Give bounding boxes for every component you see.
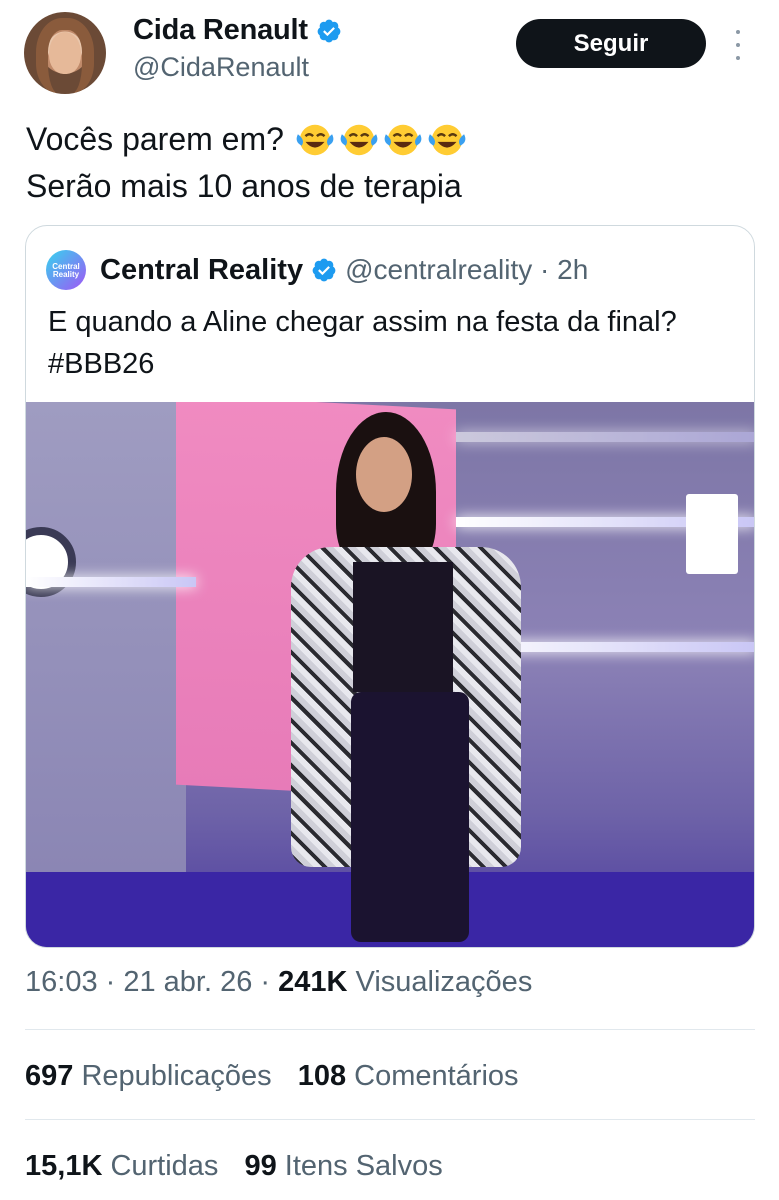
tweet-date[interactable]: 21 abr. 26 [123,966,252,998]
saves-stat[interactable]: 99 Itens Salvos [244,1150,442,1182]
tweet-meta: 16:03 · 21 abr. 26 · 241K Visualizações [25,966,532,999]
likes-label: Curtidas [102,1150,219,1182]
reposts-stat[interactable]: 697 Republicações [25,1060,272,1092]
stats-row-2: 15,1K Curtidas 99 Itens Salvos [25,1150,443,1183]
saves-label: Itens Salvos [276,1150,443,1182]
likes-count: 15,1K [25,1150,103,1182]
saves-count: 99 [244,1150,277,1182]
author-handle[interactable]: @CidaRenault [133,52,309,83]
verified-badge-icon [312,258,336,282]
comments-stat[interactable]: 108 Comentários [298,1060,519,1092]
quoted-separator: · [532,254,558,285]
follow-button[interactable]: Seguir [516,19,706,68]
reposts-count: 697 [25,1060,74,1092]
quoted-author-name[interactable]: Central Reality [100,254,303,287]
stats-row-1: 697 Republicações 108 Comentários [25,1060,519,1093]
meta-separator: · [97,966,124,998]
face-with-tears-of-joy-icon [428,124,466,155]
author-name-row: Cida Renault [133,14,342,47]
divider [25,1119,755,1120]
tweet-text-line-1: Vocês parem em? [26,121,284,157]
author-display-name[interactable]: Cida Renault [133,14,308,47]
quoted-avatar-logo: Central Reality [52,262,80,279]
emoji-group [294,121,468,159]
quoted-tweet-photo[interactable] [26,402,754,947]
divider [25,1029,755,1030]
verified-badge-icon [317,19,341,42]
reposts-label: Republicações [73,1060,272,1092]
author-avatar[interactable] [24,12,106,94]
face-with-tears-of-joy-icon [384,124,422,155]
tweet-text: Vocês parem em? Serão mais 10 anos de te… [26,116,746,210]
views-count: 241K [278,966,348,998]
quoted-author-avatar[interactable]: Central Reality [46,250,86,290]
quoted-timestamp[interactable]: 2h [557,254,588,286]
comments-count: 108 [297,1060,347,1092]
more-options-icon[interactable] [732,30,744,60]
quoted-tweet-text: E quando a Aline chegar assim na festa d… [48,306,677,380]
quoted-tweet-card[interactable]: Central Reality Central Reality @central… [25,225,755,948]
woman-figure [291,412,521,947]
face-with-tears-of-joy-icon [296,124,334,155]
comments-label: Comentários [346,1060,519,1092]
event-sign-icon [686,494,738,574]
tweet-text-line-2: Serão mais 10 anos de terapia [26,168,462,204]
views-label: Visualizações [347,966,533,998]
quoted-author-handle[interactable]: @centralreality [345,254,532,286]
face-with-tears-of-joy-icon [340,124,378,155]
tweet-header: Cida Renault @CidaRenault Seguir [0,0,779,100]
likes-stat[interactable]: 15,1K Curtidas [25,1150,218,1182]
tweet-time[interactable]: 16:03 [25,966,98,998]
meta-separator: · [252,966,279,998]
quoted-tweet-header: Central Reality Central Reality @central… [46,250,588,290]
